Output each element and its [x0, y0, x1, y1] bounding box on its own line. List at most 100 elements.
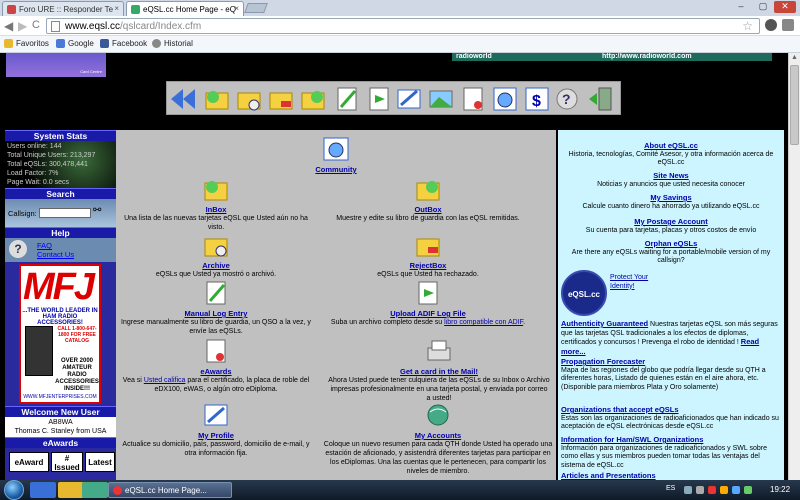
ham-info-section: Information for Ham/SWL Organizations In… [561, 435, 781, 470]
outbox-icon[interactable] [299, 85, 327, 113]
eawards-buttons: eAward # Issued Latest [5, 448, 116, 476]
organizations-link[interactable]: Organizations that accept eQSLs [561, 405, 781, 415]
reload-button[interactable]: C [32, 19, 40, 31]
eawards-item[interactable]: eAwards Vea si Usted califica para el ce… [116, 338, 316, 394]
upload-arrow-icon [418, 281, 438, 305]
faq-link[interactable]: FAQ [37, 241, 52, 250]
minimize-button[interactable]: – [730, 1, 752, 13]
binoculars-icon[interactable]: ⚯ [93, 205, 101, 216]
tab-label: eQSL.cc Home Page - eQ [143, 5, 236, 14]
picture-icon[interactable] [427, 85, 455, 113]
usted-califica-link[interactable]: Usted califica [144, 377, 186, 384]
welcome-user: AB8WA Thomas C. Stanley from USA [5, 417, 116, 437]
url-host: www.eqsl.cc [65, 21, 121, 32]
forward-button[interactable]: ▶ [18, 19, 27, 33]
address-bar[interactable]: www.eqsl.cc/qslcard/Index.cfm ☆ [46, 18, 760, 34]
bookmark-facebook[interactable]: Facebook [100, 39, 147, 48]
new-tab-button[interactable] [244, 3, 268, 13]
about-link[interactable]: About eQSL.cc [561, 141, 781, 151]
log-entry-icon[interactable] [333, 85, 361, 113]
bookmark-google[interactable]: Google [56, 39, 94, 48]
authenticity-link[interactable]: Authenticity Guaranteed [561, 319, 648, 328]
help-icon[interactable]: ? [555, 85, 583, 113]
authenticity-seal-icon[interactable]: eQSL.cc [561, 270, 607, 316]
protect-identity-link[interactable]: Protect Your Identity! [610, 274, 650, 291]
bookmark-star-icon[interactable]: ☆ [742, 19, 753, 33]
propagation-link[interactable]: Propagation Forecaster [561, 357, 781, 367]
right-panel: About eQSL.cc Historia, tecnologías, Com… [558, 130, 784, 480]
issued-button[interactable]: # Issued [51, 452, 83, 472]
dollar-icon[interactable]: $ [523, 85, 551, 113]
favicon-icon [131, 5, 140, 14]
authenticity-section: Authenticity Guaranteed Nuestras tarjeta… [561, 319, 778, 356]
media-taskbar-icon[interactable] [82, 482, 108, 498]
orphan-eqsls-link[interactable]: Orphan eQSLs [561, 239, 781, 249]
postage-account-link[interactable]: My Postage Account [561, 217, 781, 227]
extension-icon[interactable] [765, 19, 777, 31]
bookmark-historial[interactable]: Historial [152, 39, 193, 48]
eaward-button[interactable]: eAward [9, 452, 49, 472]
rejectbox-item[interactable]: RejectBox eQSLs que Usted ha rechazado. [328, 232, 528, 279]
outbox-item[interactable]: OutBox Muestre y edite su libro de guard… [328, 176, 528, 223]
taskbar-eqsl-window[interactable]: eQSL.cc Home Page... [108, 482, 232, 498]
community-item[interactable]: Community [236, 136, 436, 174]
my-profile-item[interactable]: My Profile Actualice su domicilio, país,… [116, 402, 316, 458]
community-globe-icon [323, 137, 349, 161]
tab-eqsl[interactable]: eQSL.cc Home Page - eQ × [126, 1, 244, 16]
updates-icon[interactable] [720, 486, 728, 494]
inbox-icon[interactable] [203, 85, 231, 113]
news-section: Site News Noticias y anuncios que usted … [561, 171, 781, 189]
latest-button[interactable]: Latest [85, 452, 115, 472]
power-icon[interactable] [744, 486, 752, 494]
help-area: ? FAQ Contact Us [5, 238, 116, 262]
chrome-icon [113, 486, 122, 495]
page-scrollbar[interactable]: ▲ [788, 53, 800, 480]
outbox-folder-icon [416, 181, 440, 201]
close-window-button[interactable]: ✕ [774, 1, 796, 13]
upload-adif-icon[interactable] [365, 85, 393, 113]
antivirus-icon[interactable] [708, 486, 716, 494]
edit-icon[interactable] [395, 85, 423, 113]
radioworld-banner[interactable]: radioworld http://www.radioworld.com [452, 53, 772, 61]
icon-nav-bar: $ ? [166, 81, 621, 115]
tab-close-icon[interactable]: × [114, 4, 119, 13]
propagation-section: Propagation Forecaster Mapa de las regio… [561, 357, 781, 392]
scroll-up-icon[interactable]: ▲ [791, 54, 798, 61]
community-icon[interactable] [491, 85, 519, 113]
scroll-thumb[interactable] [790, 65, 799, 145]
card-mail-item[interactable]: Get a card in the Mail! Ahora Usted pued… [328, 338, 550, 403]
organizations-section: Organizations that accept eQSLs Estas so… [561, 405, 781, 432]
maximize-button[interactable]: ▢ [752, 1, 774, 13]
tray-icon[interactable] [696, 486, 704, 494]
archive-icon[interactable] [235, 85, 263, 113]
start-button[interactable] [4, 480, 24, 500]
mfj-ad[interactable]: MFJ ...THE WORLD LEADER IN HAM RADIO ACC… [19, 264, 101, 404]
volume-icon[interactable] [732, 486, 740, 494]
archive-item[interactable]: Archive eQSLs que Usted ya mostró o arch… [116, 232, 316, 279]
manual-log-item[interactable]: Manual Log Entry Ingrese manualmente su … [116, 280, 316, 336]
back-arrows-icon[interactable] [169, 85, 197, 113]
my-savings-link[interactable]: My Savings [561, 193, 781, 203]
tab-foro-ure[interactable]: Foro URE :: Responder Te × [2, 1, 124, 16]
adif-compatible-link[interactable]: libro compatible con ADIF [444, 319, 523, 326]
upload-adif-item[interactable]: Upload ADIF Log File Suba un archivo com… [328, 280, 528, 327]
callsign-input[interactable] [39, 208, 91, 218]
explorer-taskbar-icon[interactable] [58, 482, 84, 498]
my-accounts-item[interactable]: My Accounts Coloque un nuevo resumen par… [322, 402, 554, 476]
bookmark-favoritos[interactable]: Favoritos [4, 39, 49, 48]
language-indicator[interactable]: ES [666, 485, 675, 492]
logout-door-icon[interactable] [587, 85, 615, 113]
tab-close-icon[interactable]: × [234, 4, 239, 13]
eawards-icon[interactable] [459, 85, 487, 113]
rejectbox-icon[interactable] [267, 85, 295, 113]
ham-info-link[interactable]: Information for Ham/SWL Organizations [561, 435, 781, 445]
contact-us-link[interactable]: Contact Us [37, 250, 74, 259]
ie-taskbar-icon[interactable] [30, 482, 56, 498]
menu-icon[interactable] [782, 19, 794, 31]
inbox-item[interactable]: InBox Una lista de las nuevas tarjetas e… [116, 176, 316, 232]
site-news-link[interactable]: Site News [561, 171, 781, 181]
system-clock[interactable]: 19:22 [770, 485, 790, 494]
network-icon[interactable] [684, 486, 692, 494]
eqsl-logo-banner[interactable]: Card Centre [6, 53, 106, 77]
back-button[interactable]: ◀ [4, 19, 13, 33]
